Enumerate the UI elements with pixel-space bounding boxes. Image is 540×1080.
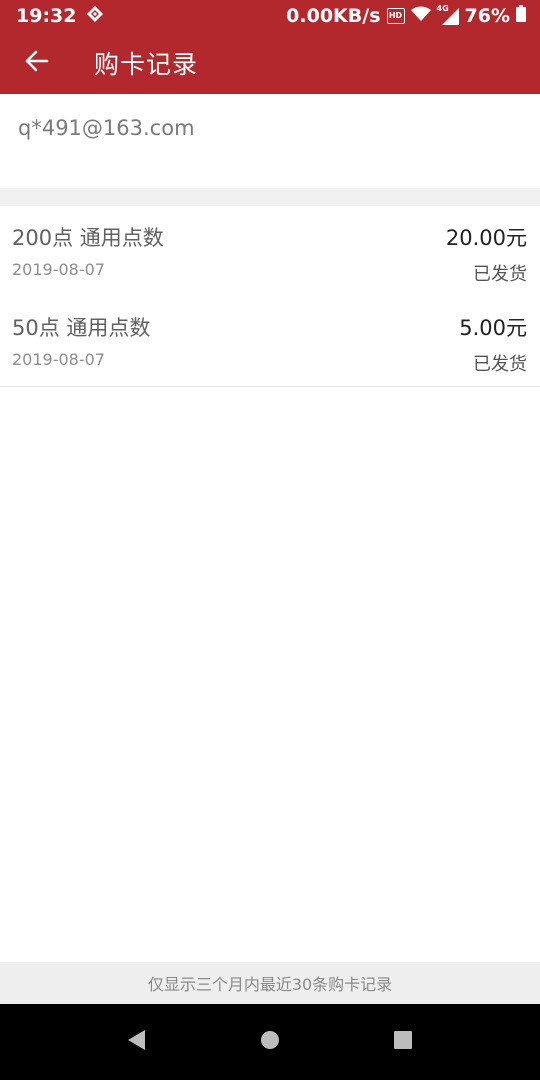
record-name: 200点 通用点数	[12, 226, 164, 250]
record-date: 2019-08-07	[12, 350, 105, 369]
list-divider	[0, 386, 540, 387]
record-price: 5.00元	[459, 316, 527, 340]
hd-icon: HD	[386, 8, 405, 24]
nav-home-button[interactable]	[240, 1012, 300, 1072]
battery-icon	[516, 5, 526, 27]
record-status: 已发货	[473, 264, 527, 285]
notification-icon	[86, 5, 104, 28]
wifi-icon	[410, 5, 431, 27]
page-title: 购卡记录	[94, 50, 199, 79]
toolbar: 购卡记录	[0, 32, 540, 94]
nav-recents-button[interactable]	[373, 1012, 433, 1072]
record-date: 2019-08-07	[12, 260, 105, 279]
signal-icon: 4G	[437, 4, 459, 25]
status-bar: 19:32 0.00KB/s HD 4G 76%	[0, 0, 540, 32]
section-divider	[0, 188, 540, 206]
record-name: 50点 通用点数	[12, 316, 151, 340]
nav-back-icon	[126, 1029, 148, 1055]
back-button[interactable]	[0, 32, 72, 94]
purchase-record-row[interactable]: 200点 通用点数 2019-08-07 20.00元 已发货	[0, 206, 540, 296]
account-section: q*491@163.com	[0, 94, 540, 188]
record-status: 已发货	[473, 354, 527, 375]
nav-home-icon	[260, 1030, 280, 1054]
account-email: q*491@163.com	[18, 116, 195, 140]
footer-note-text: 仅显示三个月内最近30条购卡记录	[147, 975, 393, 994]
status-time: 19:32	[16, 5, 77, 27]
system-nav-bar	[0, 1004, 540, 1080]
record-price: 20.00元	[445, 226, 527, 250]
hd-label: HD	[388, 11, 403, 20]
nav-recents-icon	[393, 1030, 413, 1054]
arrow-left-icon	[23, 48, 49, 78]
footer-note: 仅显示三个月内最近30条购卡记录	[0, 962, 540, 1004]
nav-back-button[interactable]	[107, 1012, 167, 1072]
purchase-record-list: 200点 通用点数 2019-08-07 20.00元 已发货 50点 通用点数…	[0, 206, 540, 387]
net-speed: 0.00KB/s	[286, 5, 381, 27]
battery-percent: 76%	[464, 5, 510, 27]
purchase-record-row[interactable]: 50点 通用点数 2019-08-07 5.00元 已发货	[0, 296, 540, 386]
